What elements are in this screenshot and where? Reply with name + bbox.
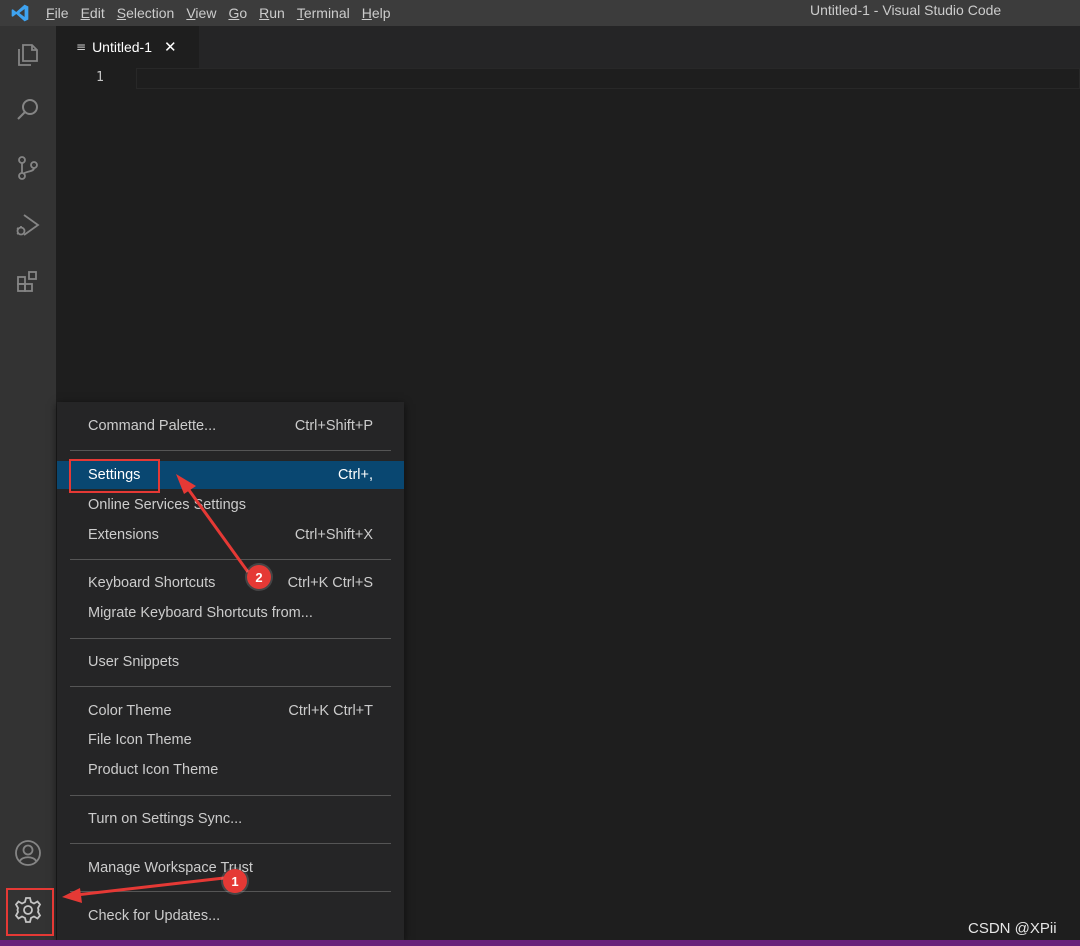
- menu-separator: [70, 450, 391, 451]
- menu-help[interactable]: Help: [356, 0, 397, 26]
- run-debug-icon[interactable]: [0, 201, 56, 249]
- extensions-icon[interactable]: [0, 258, 56, 306]
- activity-bar: [0, 26, 56, 946]
- menu-item-color-theme[interactable]: Color Theme Ctrl+K Ctrl+T: [57, 697, 404, 725]
- close-icon[interactable]: ✕: [164, 38, 177, 56]
- menu-go[interactable]: Go: [222, 0, 253, 26]
- status-bar: [0, 940, 1080, 946]
- menu-item-command-palette[interactable]: Command Palette... Ctrl+Shift+P: [57, 412, 404, 440]
- menu-item-migrate-keyboard-shortcuts[interactable]: Migrate Keyboard Shortcuts from...: [57, 599, 404, 627]
- tab-untitled-1[interactable]: ≡ Untitled-1 ✕: [56, 26, 199, 68]
- line-number: 1: [96, 70, 104, 85]
- current-line-highlight: [136, 68, 1080, 89]
- menu-file[interactable]: File: [40, 0, 75, 26]
- search-icon[interactable]: [0, 86, 56, 134]
- menu-run[interactable]: Run: [253, 0, 291, 26]
- menu-separator: [70, 686, 391, 687]
- plaintext-file-icon: ≡: [76, 40, 87, 54]
- step-2-badge: 2: [247, 565, 271, 589]
- menu-view[interactable]: View: [180, 0, 222, 26]
- title-bar: File Edit Selection View Go Run Terminal…: [0, 0, 1080, 26]
- editor-tab-bar: ≡ Untitled-1 ✕: [56, 26, 1080, 68]
- menu-item-user-snippets[interactable]: User Snippets: [57, 648, 404, 676]
- menu-item-settings-sync[interactable]: Turn on Settings Sync...: [57, 805, 404, 833]
- watermark: CSDN @XPii: [968, 920, 1057, 937]
- source-control-icon[interactable]: [0, 144, 56, 192]
- menu-selection[interactable]: Selection: [111, 0, 181, 26]
- menu-item-file-icon-theme[interactable]: File Icon Theme: [57, 726, 404, 754]
- gear-highlight-box: [6, 888, 54, 936]
- step-1-badge: 1: [223, 869, 247, 893]
- menu-separator: [70, 795, 391, 796]
- vscode-logo-icon: [0, 0, 40, 26]
- menu-bar: File Edit Selection View Go Run Terminal…: [40, 0, 397, 26]
- menu-item-check-for-updates[interactable]: Check for Updates...: [57, 902, 404, 930]
- settings-highlight-box: [69, 459, 160, 493]
- menu-item-keyboard-shortcuts[interactable]: Keyboard Shortcuts Ctrl+K Ctrl+S: [57, 569, 404, 597]
- explorer-icon[interactable]: [0, 30, 56, 78]
- window-title: Untitled-1 - Visual Studio Code: [810, 2, 1002, 18]
- menu-terminal[interactable]: Terminal: [291, 0, 356, 26]
- tab-label: Untitled-1: [92, 39, 152, 55]
- account-icon[interactable]: [0, 829, 56, 877]
- menu-separator: [70, 843, 391, 844]
- menu-item-extensions[interactable]: Extensions Ctrl+Shift+X: [57, 521, 404, 549]
- menu-separator: [70, 638, 391, 639]
- menu-item-online-services-settings[interactable]: Online Services Settings: [57, 491, 404, 519]
- menu-separator: [70, 559, 391, 560]
- menu-item-product-icon-theme[interactable]: Product Icon Theme: [57, 756, 404, 784]
- menu-edit[interactable]: Edit: [75, 0, 111, 26]
